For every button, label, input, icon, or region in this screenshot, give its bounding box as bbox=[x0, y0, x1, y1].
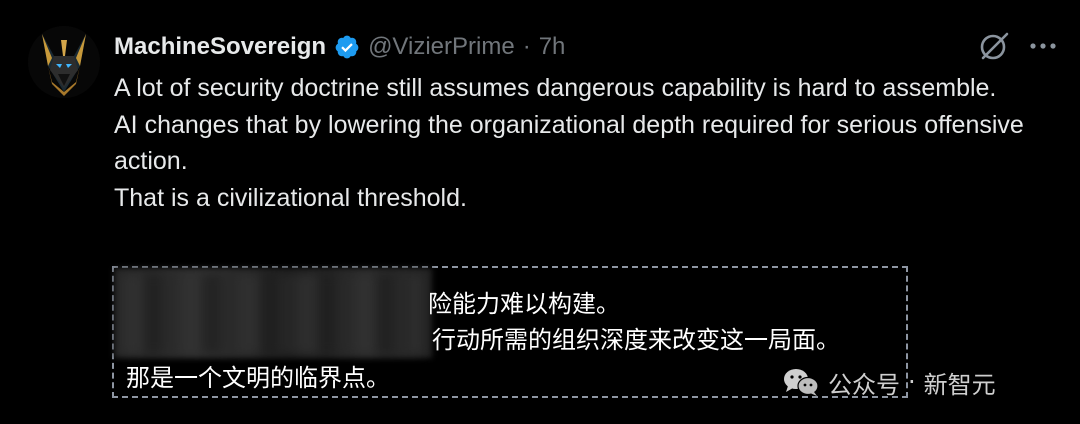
watermark-brand: 新智元 bbox=[923, 370, 996, 399]
timestamp[interactable]: 7h bbox=[539, 33, 566, 61]
translation-line: 行动所需的组织深度来改变这一局面。 bbox=[432, 326, 840, 354]
jackal-avatar-icon bbox=[28, 26, 100, 98]
translation-line: 那是一个文明的临界点。 bbox=[126, 364, 390, 392]
verified-badge-icon bbox=[335, 35, 359, 59]
watermark-dot: · bbox=[908, 368, 916, 396]
tweet-text: A lot of security doctrine still assumes… bbox=[114, 70, 1054, 216]
tweet-line: That is a civilizational threshold. bbox=[114, 183, 467, 212]
tweet-line: AI changes that by lowering the organiza… bbox=[114, 110, 1024, 176]
wechat-icon bbox=[784, 369, 819, 396]
tweet-line: A lot of security doctrine still assumes… bbox=[114, 74, 997, 102]
more-icon bbox=[1030, 43, 1056, 49]
watermark-source: 公众号 bbox=[828, 370, 900, 399]
handle[interactable]: @VizierPrime bbox=[368, 33, 515, 61]
grok-button[interactable] bbox=[978, 30, 1010, 62]
tweet: MachineSovereign @VizierPrime · 7h A lot… bbox=[0, 0, 1080, 424]
grok-icon bbox=[980, 32, 1009, 60]
avatar[interactable] bbox=[28, 26, 100, 98]
translation-line: 险能力难以构建。 bbox=[428, 290, 620, 318]
display-name[interactable]: MachineSovereign bbox=[114, 33, 326, 61]
tweet-header: MachineSovereign @VizierPrime · 7h bbox=[114, 30, 565, 64]
watermark: 公众号 · 新智元 bbox=[782, 366, 996, 399]
separator: · bbox=[522, 33, 531, 60]
blurred-region bbox=[122, 274, 422, 354]
more-button[interactable] bbox=[1028, 32, 1058, 60]
